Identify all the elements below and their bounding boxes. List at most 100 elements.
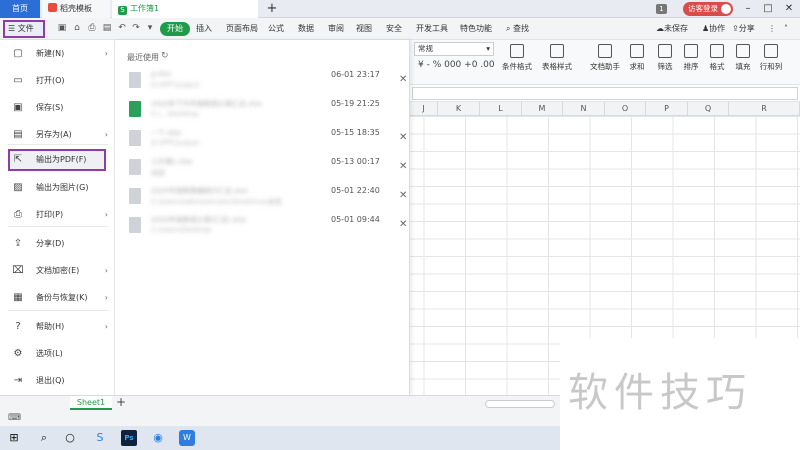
undo-icon[interactable]: ↶	[116, 22, 128, 34]
window-count-badge[interactable]: 1	[656, 4, 667, 14]
menu-item-export-pdf[interactable]: ⇱ 输出为PDF(F)	[8, 149, 106, 171]
export-pdf-icon: ⇱	[13, 154, 23, 165]
tab-view[interactable]: 视图	[356, 22, 372, 36]
column-header[interactable]: J	[410, 102, 438, 116]
menu-item-exit[interactable]: ⇥ 退出(Q)	[0, 370, 115, 392]
recent-file-item[interactable]: g.xlsx D:\PPT\output 06-01 23:17 ✕	[129, 70, 407, 98]
ribbon-toolbar: 常规 ▾ ¥ - % 000 +0 .00 条件格式 表格样式 文档助手 求和 筛…	[410, 40, 800, 85]
more-quick-icon[interactable]: ▾	[144, 22, 156, 34]
recent-file-item[interactable]: 2020年销售统计表(汇总).xlsx C:\Users\Desktop 05-…	[129, 215, 407, 243]
preview-icon[interactable]: ▤	[101, 22, 113, 34]
number-format-buttons[interactable]: ¥ - % 000 +0 .00	[418, 60, 495, 70]
unsaved-button[interactable]: ☁未保存	[656, 22, 688, 36]
menu-item-encrypt[interactable]: ⌧ 文档加密(E) ›	[0, 260, 115, 282]
menu-item-new[interactable]: ▢ 新建(N) ›	[0, 43, 115, 65]
close-icon[interactable]: ✕	[399, 161, 407, 172]
close-icon[interactable]: ✕	[399, 132, 407, 143]
tab-start[interactable]: 开始	[160, 22, 190, 36]
new-tab-button[interactable]: +	[265, 0, 279, 18]
conditional-format-button[interactable]: 条件格式	[498, 44, 536, 72]
close-icon[interactable]: ✕	[779, 0, 799, 18]
task-view-icon[interactable]: ○	[62, 430, 78, 446]
wps-icon[interactable]: W	[179, 430, 195, 446]
recent-file-item[interactable]: 一个.xlsx D:\PPT\output 05-15 18:35 ✕	[129, 128, 407, 156]
tab-insert[interactable]: 插入	[196, 22, 212, 36]
column-header[interactable]: L	[480, 102, 522, 116]
formula-input[interactable]	[412, 87, 798, 100]
refresh-icon[interactable]: ↻	[161, 51, 169, 61]
visitor-login-button[interactable]: 访客登录	[683, 2, 733, 16]
windows-start-icon[interactable]: ⊞	[6, 430, 22, 446]
menu-item-export-image[interactable]: ▨ 输出为图片(G)	[0, 177, 115, 199]
fill-icon	[736, 44, 750, 58]
column-header[interactable]: P	[646, 102, 688, 116]
recent-file-item[interactable]: 2020年销售数据统计汇总.xlsx C:\Users\Administrato…	[129, 186, 407, 214]
close-icon[interactable]: ✕	[399, 219, 407, 230]
tab-security[interactable]: 安全	[386, 22, 402, 36]
collapse-ribbon-icon[interactable]: ˄	[784, 22, 788, 36]
recent-file-item[interactable]: 工作簿1.xlsx 桌面 05-13 00:17 ✕	[129, 157, 407, 185]
chevron-right-icon: ›	[104, 49, 108, 58]
horizontal-scrollbar[interactable]	[485, 400, 555, 408]
menu-item-options[interactable]: ⚙ 选项(L)	[0, 343, 115, 365]
menu-item-share[interactable]: ⇪ 分享(D)	[0, 233, 115, 255]
rows-columns-button[interactable]: 行和列	[752, 44, 790, 72]
table-style-button[interactable]: 表格样式	[538, 44, 576, 72]
search-icon[interactable]: ⌕	[36, 430, 52, 446]
number-format-select[interactable]: 常规 ▾	[414, 42, 494, 56]
column-header[interactable]: O	[605, 102, 646, 116]
tab-template[interactable]: 稻壳模板	[42, 0, 110, 18]
unsaved-label: 未保存	[664, 24, 688, 33]
column-header[interactable]: R	[729, 102, 800, 116]
maximize-icon[interactable]: □	[758, 0, 778, 18]
sum-icon	[630, 44, 644, 58]
tab-formula[interactable]: 公式	[268, 22, 284, 36]
rows-columns-icon	[764, 44, 778, 58]
column-header[interactable]: M	[522, 102, 563, 116]
browser-icon[interactable]: ◉	[150, 430, 166, 446]
close-icon[interactable]: ✕	[399, 74, 407, 85]
collab-label: 协作	[709, 24, 726, 33]
sort-label: 排序	[683, 62, 699, 71]
menu-item-label: 另存为(A)	[36, 130, 72, 139]
recent-file-item[interactable]: 2020年下半年销售统计表汇总.xlsx C:\...\Desktop 05-1…	[129, 99, 407, 127]
tab-features[interactable]: 特色功能	[460, 22, 492, 36]
tab-home[interactable]: 首页	[0, 0, 40, 18]
menu-item-label: 备份与恢复(K)	[36, 293, 88, 302]
tab-workbook[interactable]: S 工作簿1	[112, 0, 258, 18]
redo-icon[interactable]: ↷	[130, 22, 142, 34]
tab-review[interactable]: 审阅	[328, 22, 344, 36]
file-menu-label: 文件	[17, 24, 34, 33]
column-header[interactable]: K	[438, 102, 480, 116]
share-button[interactable]: ⇪分享	[732, 22, 755, 36]
filter-label: 筛选	[657, 62, 673, 71]
column-header[interactable]: N	[563, 102, 605, 116]
menu-divider	[8, 144, 108, 145]
close-icon[interactable]: ✕	[399, 190, 407, 201]
add-sheet-button[interactable]: +	[116, 395, 126, 409]
recent-file-path: C:\Users\Desktop	[151, 226, 212, 234]
menu-item-save-as[interactable]: ▤ 另存为(A) ›	[0, 124, 115, 146]
minimize-icon[interactable]: –	[738, 0, 758, 18]
print-icon[interactable]: ⎙	[86, 22, 98, 34]
menu-item-help[interactable]: ? 帮助(H) ›	[0, 316, 115, 338]
search-button[interactable]: ⌕ 查找	[506, 22, 529, 36]
menu-item-print[interactable]: ⎙ 打印(P) ›	[0, 204, 115, 226]
collab-button[interactable]: ♟协作	[702, 22, 725, 36]
menu-item-save[interactable]: ▣ 保存(S)	[0, 97, 115, 119]
tab-developer[interactable]: 开发工具	[416, 22, 448, 36]
column-header[interactable]: Q	[688, 102, 729, 116]
photoshop-icon[interactable]: Ps	[121, 430, 137, 446]
file-menu-button[interactable]: ☰ 文件	[3, 20, 45, 38]
tab-page-layout[interactable]: 页面布局	[226, 22, 258, 36]
more-icon[interactable]: ⋮	[768, 22, 776, 36]
sogou-icon[interactable]: S	[92, 430, 108, 446]
tab-template-label: 稻壳模板	[60, 4, 92, 13]
save-icon[interactable]: ▣	[56, 22, 68, 34]
sheet-tab[interactable]: Sheet1	[70, 396, 112, 410]
tab-data[interactable]: 数据	[298, 22, 314, 36]
undo-history-icon[interactable]: ⌂	[71, 22, 83, 34]
menu-item-open[interactable]: ▭ 打开(O)	[0, 70, 115, 92]
status-icon[interactable]: ⌨	[8, 413, 21, 423]
menu-item-backup[interactable]: ▦ 备份与恢复(K) ›	[0, 287, 115, 309]
